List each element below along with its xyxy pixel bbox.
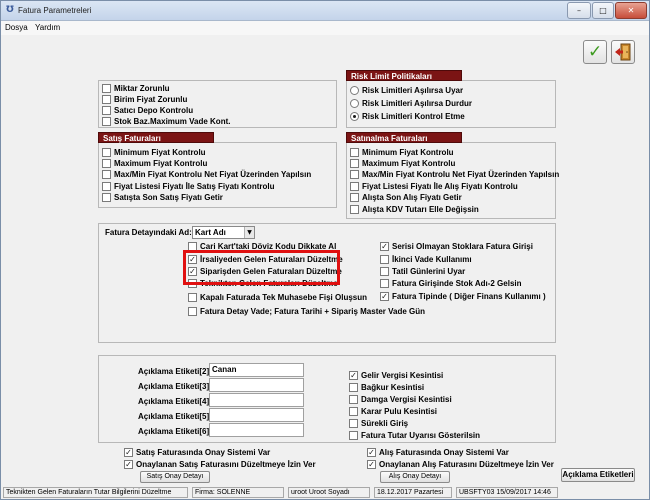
aciklama-6-label: Açıklama Etiketi[6]: [138,427,212,436]
aciklama-5-input[interactable] [209,408,304,422]
menu-dosya[interactable]: Dosya [5,23,28,32]
ikinci-vade-checkbox[interactable]: İkinci Vade Kullanımı [380,254,472,265]
title-bar: Ʊ Fatura Parametreleri – □ ✕ [1,1,649,21]
exit-door-icon [615,43,631,61]
alis-net-fiyat-checkbox[interactable]: Max/Min Fiyat Kontrolu Net Fiyat Üzerind… [350,169,559,180]
tutar-uyarisi-checkbox[interactable]: Fatura Tutar Uyarısı Gösterilsin [349,430,480,441]
karar-pulu-checkbox[interactable]: Karar Pulu Kesintisi [349,406,437,417]
fatura-detay-ad-label: Fatura Detayındaki Ad: [105,228,192,237]
satis-min-fiyat-checkbox[interactable]: Minimum Fiyat Kontrolu [102,147,206,158]
close-button[interactable]: ✕ [615,2,647,19]
satis-onay-duzeltme-checkbox[interactable]: ✓ Onaylanan Satış Faturasını Düzeltmeye İ… [124,459,316,470]
satis-son-fiyat-checkbox[interactable]: Satışta Son Satış Fiyatı Getir [102,192,223,203]
status-user: uroot Uroot Soyadı [288,487,370,498]
aciklama-3-input[interactable] [209,378,304,392]
alis-onay-sistemi-checkbox[interactable]: ✓ Alış Faturasında Onay Sistemi Var [367,447,509,458]
satis-max-fiyat-checkbox[interactable]: Maximum Fiyat Kontrolu [102,158,207,169]
ok-button[interactable]: ✓ [583,40,607,64]
birim-fiyat-zorunlu-checkbox[interactable]: Birim Fiyat Zorunlu [102,94,187,105]
satis-onay-detayi-button[interactable]: Satış Onay Detayı [140,471,210,483]
risk-kontrol-etme-radio[interactable]: Risk Limitleri Kontrol Etme [350,111,465,122]
aciklama-2-label: Açıklama Etiketi[2]: [138,367,212,376]
highlight-box [183,250,340,285]
alis-fiyat-listesi-checkbox[interactable]: Fiyat Listesi Fiyatı İle Alış Fiyatı Kon… [350,181,518,192]
menu-bar: Dosya Yardım [1,21,649,35]
satici-depo-kontrolu-checkbox[interactable]: Satıcı Depo Kontrolu [102,105,193,116]
satis-net-fiyat-checkbox[interactable]: Max/Min Fiyat Kontrolu Net Fiyat Üzerind… [102,169,311,180]
stok-vade-kont-checkbox[interactable]: Stok Baz.Maximum Vade Kont. [102,116,230,127]
fatura-detay-ad-value: Kart Adı [195,228,226,237]
status-version: UBSFTY03 15/09/2017 14:46 [456,487,558,498]
aciklama-3-label: Açıklama Etiketi[3]: [138,382,212,391]
risk-uyar-radio[interactable]: Risk Limitleri Aşılırsa Uyar [350,85,463,96]
maximize-button[interactable]: □ [592,2,614,19]
surekli-giris-checkbox[interactable]: Sürekli Giriş [349,418,408,429]
status-bar: Teknikten Gelen Faturaların Tutar Bilgil… [1,486,649,499]
window: Ʊ Fatura Parametreleri – □ ✕ Dosya Yardı… [0,0,650,500]
tek-muhasebe-fisi-checkbox[interactable]: Kapalı Faturada Tek Muhasebe Fişi Oluşsu… [188,292,367,303]
app-icon: Ʊ [6,5,14,15]
stok-adi-2-checkbox[interactable]: Fatura Girişinde Stok Adı-2 Gelsin [380,278,522,289]
aciklama-5-label: Açıklama Etiketi[5]: [138,412,212,421]
miktar-zorunlu-checkbox[interactable]: Miktar Zorunlu [102,83,170,94]
status-date: 18.12.2017 Pazartesi [374,487,452,498]
fatura-tipi-finans-checkbox[interactable]: ✓ Fatura Tipinde ( Diğer Finans Kullanımı… [380,291,546,302]
risk-durdur-radio[interactable]: Risk Limitleri Aşılırsa Durdur [350,98,472,109]
status-firma: Firma: SOLENNE [192,487,284,498]
checkmark-icon: ✓ [588,42,603,62]
aciklama-4-label: Açıklama Etiketi[4]: [138,397,212,406]
minimize-button[interactable]: – [567,2,591,19]
alis-son-fiyat-checkbox[interactable]: Alışta Son Alış Fiyatı Getir [350,192,462,203]
satinalma-faturalari-header: Satınalma Faturaları [346,132,462,143]
aciklama-4-input[interactable] [209,393,304,407]
alis-onay-duzeltme-checkbox[interactable]: ✓ Onaylanan Alış Faturasını Düzeltmeye İz… [367,459,554,470]
menu-yardim[interactable]: Yardım [35,23,60,32]
tatil-gunleri-checkbox[interactable]: Tatil Günlerini Uyar [380,266,465,277]
alis-kdv-elle-checkbox[interactable]: Alışta KDV Tutarı Elle Değişsin [350,204,479,215]
bagkur-checkbox[interactable]: Bağkur Kesintisi [349,382,424,393]
serisi-olmayan-stok-checkbox[interactable]: ✓ Serisi Olmayan Stoklara Fatura Girişi [380,241,533,252]
status-message: Teknikten Gelen Faturaların Tutar Bilgil… [3,487,188,498]
exit-button[interactable] [611,40,635,64]
fatura-detay-ad-select[interactable]: Kart Adı ▼ [192,226,255,239]
chevron-down-icon: ▼ [244,227,254,238]
alis-onay-detayi-button[interactable]: Alış Onay Detayı [380,471,450,483]
aciklama-2-input[interactable]: Canan [209,363,304,377]
satis-faturalari-header: Satış Faturaları [98,132,214,143]
satis-fiyat-listesi-checkbox[interactable]: Fiyat Listesi Fiyatı İle Satış Fiyatı Ko… [102,181,274,192]
gelir-vergisi-checkbox[interactable]: ✓ Gelir Vergisi Kesintisi [349,370,443,381]
detay-vade-checkbox[interactable]: Fatura Detay Vade; Fatura Tarihi + Sipar… [188,306,425,317]
risk-limit-header: Risk Limit Politikaları [346,70,462,81]
satis-onay-sistemi-checkbox[interactable]: ✓ Satış Faturasında Onay Sistemi Var [124,447,270,458]
alis-max-fiyat-checkbox[interactable]: Maximum Fiyat Kontrolu [350,158,455,169]
aciklama-etiketleri-button[interactable]: Açıklama Etiketleri [561,468,635,482]
alis-min-fiyat-checkbox[interactable]: Minimum Fiyat Kontrolu [350,147,454,158]
aciklama-6-input[interactable] [209,423,304,437]
damga-vergisi-checkbox[interactable]: Damga Vergisi Kesintisi [349,394,452,405]
window-title: Fatura Parametreleri [18,6,92,15]
